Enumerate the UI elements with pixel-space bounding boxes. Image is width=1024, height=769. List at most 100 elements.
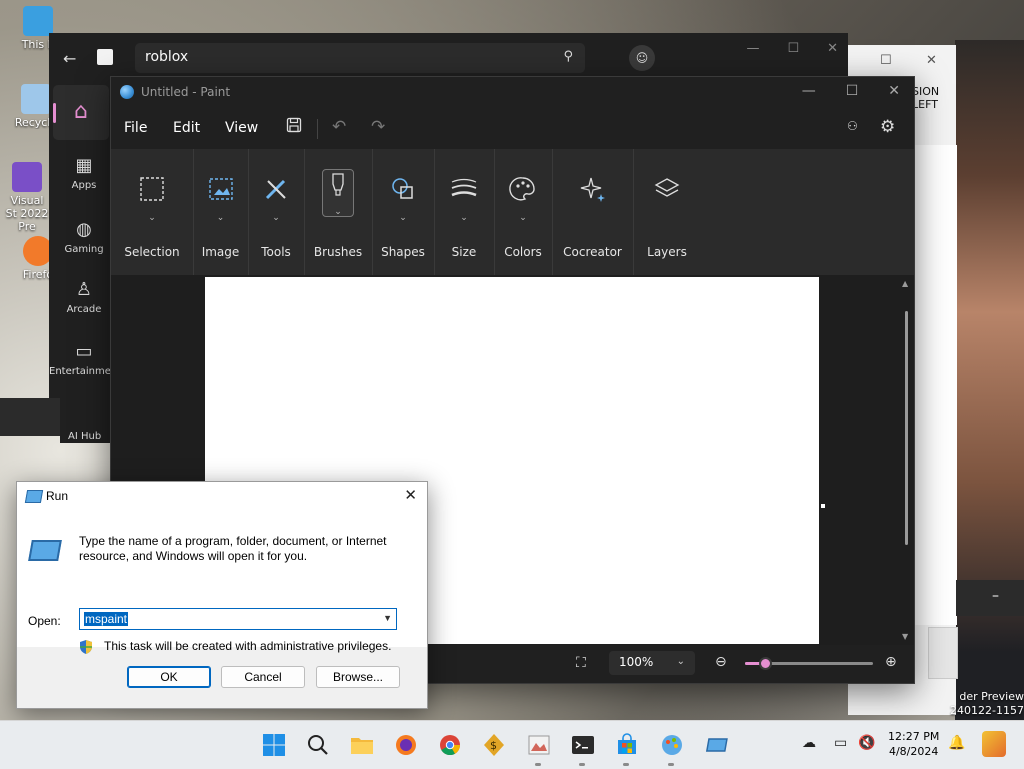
zoom-out-icon[interactable]: ⊖ (715, 654, 727, 670)
sidebar-item-entertainment[interactable]: ▭ Entertainment (49, 341, 121, 377)
sidebar-item-gaming[interactable]: ◍ Gaming (49, 219, 119, 255)
sidebar-item-apps[interactable]: ▦ Apps (49, 155, 119, 191)
firefox-icon[interactable] (394, 733, 418, 757)
paint-window-title: Untitled - Paint (141, 85, 231, 99)
notification-bell-icon[interactable]: 🔔 (948, 735, 965, 751)
ribbon-group-colors[interactable]: ⌄ Colors (494, 149, 553, 275)
ribbon-group-tools[interactable]: ⌄ Tools (248, 149, 305, 275)
file-explorer-icon[interactable] (350, 733, 374, 757)
size-icon (451, 178, 477, 197)
maximize-icon[interactable]: ☐ (846, 83, 859, 99)
menu-view[interactable]: View (225, 120, 258, 136)
shapes-icon (392, 178, 413, 199)
back-arrow-icon[interactable]: ← (63, 49, 76, 68)
paint-icon[interactable] (660, 733, 684, 757)
visual-studio-icon (12, 162, 42, 192)
browse-button[interactable]: Browse... (316, 666, 400, 688)
ribbon-group-layers[interactable]: Layers (633, 149, 701, 275)
minimize-icon[interactable]: — (802, 83, 816, 99)
search-icon[interactable]: ⚲ (563, 49, 573, 64)
windows-start-icon[interactable] (262, 733, 286, 757)
clapper-icon: ▭ (75, 341, 93, 362)
close-icon[interactable]: ✕ (926, 53, 937, 68)
close-icon[interactable]: ✕ (404, 486, 417, 504)
minimize-icon[interactable]: – (992, 588, 999, 604)
terminal-icon[interactable] (571, 733, 595, 757)
run-dialog-title: Run (46, 489, 69, 503)
chevron-down-icon[interactable]: ▼ (383, 613, 392, 623)
zoom-value: 100% (619, 655, 654, 669)
image-viewer-icon[interactable] (527, 733, 551, 757)
maximize-icon[interactable]: ☐ (880, 53, 892, 68)
sidebar-item-arcade[interactable]: ♙ Arcade (49, 279, 119, 315)
copilot-preview-icon[interactable] (982, 731, 1006, 757)
gear-icon[interactable]: ⚙ (880, 117, 895, 137)
scroll-down-icon[interactable]: ▼ (902, 632, 908, 641)
paint-window-controls: — ☐ ✕ (802, 83, 900, 99)
zoom-select[interactable]: 100% ⌄ (609, 651, 695, 675)
display-icon[interactable]: ▭ (834, 735, 847, 751)
ok-button[interactable]: OK (127, 666, 211, 688)
desktop-icon-visual-studio[interactable]: Visual St 2022 Pre (4, 162, 50, 233)
store-search-input[interactable]: roblox (145, 49, 188, 65)
chrome-icon[interactable] (438, 733, 462, 757)
onedrive-offline-icon[interactable]: ☁ (802, 735, 816, 751)
vertical-scrollbar[interactable]: ▲ ▼ (900, 275, 914, 645)
layers-icon (654, 178, 680, 197)
store-sidebar: ⌂ ▦ Apps ◍ Gaming ♙ Arcade ▭ Entertainme… (49, 83, 121, 398)
open-input[interactable]: mspaint (84, 612, 129, 626)
store-sidebar-overflow (0, 398, 60, 436)
save-icon[interactable] (286, 117, 302, 138)
run-title-bar: Run ✕ (17, 482, 427, 510)
ribbon-group-brushes[interactable]: ⌄ Brushes (304, 149, 373, 275)
cancel-button[interactable]: Cancel (221, 666, 305, 688)
ribbon-group-image[interactable]: ⌄ Image (193, 149, 249, 275)
zoom-slider-thumb[interactable] (759, 657, 773, 670)
running-indicator (623, 763, 629, 766)
redo-icon[interactable]: ↷ (371, 117, 385, 137)
minimize-icon[interactable]: — (746, 41, 759, 56)
paint-ribbon: ⌄ Selection ⌄ Image ⌄ Tools ⌄ Brushes ⌄ … (111, 149, 914, 275)
run-icon (24, 490, 44, 503)
ribbon-group-selection[interactable]: ⌄ Selection (111, 149, 194, 275)
ribbon-group-shapes[interactable]: ⌄ Shapes (372, 149, 435, 275)
zoom-in-icon[interactable]: ⊕ (885, 654, 897, 670)
background-dark-bar: – (956, 580, 1024, 616)
run-program-icon (28, 540, 62, 561)
sidebar-item-home[interactable]: ⌂ (53, 85, 109, 140)
zoom-slider[interactable] (745, 657, 873, 670)
fit-to-window-icon[interactable]: ⛶ (576, 655, 586, 671)
chevron-down-icon: ⌄ (216, 213, 225, 223)
account-icon[interactable]: ☺ (629, 45, 655, 71)
open-combobox[interactable]: mspaint ▼ (79, 608, 397, 630)
taskbar-clock[interactable]: 12:27 PM 4/8/2024 (888, 729, 939, 759)
clock-date: 4/8/2024 (888, 745, 939, 758)
search-icon[interactable] (306, 733, 330, 757)
scrollbar-thumb[interactable] (905, 311, 908, 545)
ribbon-group-cocreator[interactable]: Cocreator (552, 149, 634, 275)
chevron-down-icon: ⌄ (676, 656, 685, 667)
microsoft-store-icon[interactable] (615, 733, 639, 757)
run-taskbar-icon[interactable] (704, 733, 728, 757)
close-icon[interactable]: ✕ (827, 41, 838, 56)
undo-icon[interactable]: ↶ (332, 117, 346, 137)
clock-time: 12:27 PM (888, 730, 940, 743)
chevron-down-icon: ⌄ (460, 213, 468, 223)
sidebar-item-ai-hub[interactable]: AI Hub (60, 398, 110, 443)
dollar-app-icon[interactable]: $ (482, 733, 506, 757)
running-indicator (535, 763, 541, 766)
background-window-button[interactable] (928, 627, 958, 679)
wallpaper-portrait (955, 40, 1024, 720)
arcade-icon: ♙ (75, 279, 93, 300)
canvas-resize-handle[interactable] (821, 504, 825, 508)
store-search-box[interactable]: roblox ⚲ (135, 43, 585, 73)
home-icon: ⌂ (74, 99, 88, 124)
scroll-up-icon[interactable]: ▲ (902, 279, 908, 288)
menu-file[interactable]: File (124, 120, 147, 136)
close-icon[interactable]: ✕ (888, 83, 900, 99)
volume-muted-icon[interactable]: 🔇 (858, 735, 875, 751)
menu-edit[interactable]: Edit (173, 120, 200, 136)
maximize-icon[interactable]: ☐ (787, 41, 799, 56)
ribbon-group-size[interactable]: ⌄ Size (434, 149, 495, 275)
account-icon[interactable]: ⚇ (847, 119, 858, 133)
